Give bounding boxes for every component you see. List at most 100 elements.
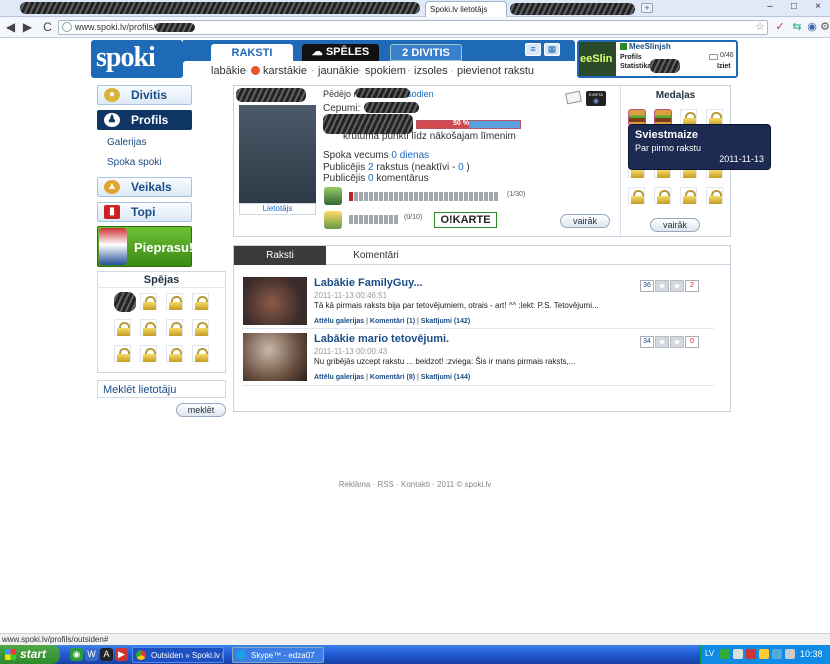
- lock-icon[interactable]: [192, 319, 209, 336]
- tab-divitis[interactable]: 2 DIVITIS: [390, 44, 462, 61]
- lock-icon[interactable]: [114, 345, 131, 362]
- article-thumbnail[interactable]: [243, 333, 307, 381]
- lock-icon[interactable]: [114, 319, 131, 336]
- sidebar-subitem-galerijas[interactable]: Galerijas: [97, 137, 192, 148]
- bookmark-star-icon[interactable]: ☆: [753, 20, 767, 34]
- mail-icon[interactable]: [709, 54, 718, 60]
- back-button[interactable]: ◀: [3, 20, 18, 35]
- extension-icon[interactable]: ◉: [805, 20, 819, 34]
- tooltip-date: 2011-11-13: [719, 154, 764, 164]
- sidebar-item-veikals[interactable]: ▲ Veikals: [97, 177, 192, 197]
- message-count[interactable]: 0/46: [720, 52, 734, 59]
- statistics-link[interactable]: Statistika: [620, 63, 651, 70]
- gallery-link[interactable]: Attēlu galerijas: [314, 374, 364, 381]
- article-title[interactable]: Labākie FamilyGuy...: [314, 277, 423, 289]
- lock-icon[interactable]: [192, 293, 209, 310]
- tab-komentari[interactable]: Komentāri: [330, 246, 422, 265]
- progress-segment: [364, 192, 368, 201]
- language-indicator[interactable]: LV: [705, 649, 714, 658]
- wrench-icon[interactable]: ⚙: [818, 20, 830, 34]
- lock-icon[interactable]: [140, 319, 157, 336]
- quicklaunch-icon[interactable]: W: [85, 648, 98, 661]
- browser-tab-active[interactable]: Spoki.lv lietotājs: [425, 1, 507, 17]
- game-icon[interactable]: [324, 211, 342, 229]
- comments-count[interactable]: 0: [368, 173, 374, 184]
- article-date: 2011-11-13 00:00:43: [314, 347, 388, 356]
- tab-speles[interactable]: ☁ SPĒLES: [302, 44, 379, 61]
- profile-picture-label[interactable]: Lietotājs: [239, 203, 316, 215]
- clock[interactable]: 10:38: [800, 649, 823, 659]
- star-icon[interactable]: ★: [655, 336, 669, 348]
- okarte-logo[interactable]: O!KARTE: [434, 212, 497, 228]
- tray-icon[interactable]: [720, 649, 730, 659]
- search-button[interactable]: meklēt: [176, 403, 226, 417]
- lock-icon[interactable]: [166, 293, 183, 310]
- published-count[interactable]: 2: [368, 162, 374, 173]
- extension-icon[interactable]: ✓: [773, 20, 787, 34]
- list-view-button[interactable]: ≡: [525, 43, 541, 56]
- tab-raksti[interactable]: RAKSTI: [211, 44, 293, 61]
- game-progress-bar: [349, 215, 398, 224]
- subnav-labakie[interactable]: labākie: [211, 65, 246, 77]
- quicklaunch-icon[interactable]: ▶: [115, 648, 128, 661]
- username[interactable]: MeeSlinjsh: [629, 42, 671, 51]
- lock-icon[interactable]: [140, 345, 157, 362]
- subnav-pievienot[interactable]: pievienot rakstu: [457, 65, 534, 77]
- comments-link[interactable]: Komentāri (8): [370, 374, 415, 381]
- tab-raksti-articles[interactable]: Raksti: [234, 246, 326, 265]
- medals-more-button[interactable]: vairāk: [650, 218, 700, 232]
- volume-icon[interactable]: [785, 649, 795, 659]
- lock-icon[interactable]: [706, 187, 723, 204]
- progress-segment: [494, 192, 498, 201]
- minimize-button[interactable]: –: [758, 1, 782, 14]
- sidebar-item-divitis[interactable]: ● Divitis: [97, 85, 192, 105]
- views-link[interactable]: Skatījumi (144): [421, 374, 470, 381]
- lock-icon[interactable]: [192, 345, 209, 362]
- reload-button[interactable]: C: [40, 20, 55, 35]
- profile-picture[interactable]: [239, 105, 316, 203]
- lock-icon[interactable]: [166, 345, 183, 362]
- sidebar-subitem-spoka-spoki[interactable]: Spoka spoki: [97, 157, 192, 168]
- invite-badge[interactable]: KVIETA ◉: [586, 91, 606, 106]
- lock-icon[interactable]: [166, 319, 183, 336]
- gallery-link[interactable]: Attēlu galerijas: [314, 318, 364, 325]
- tray-icon[interactable]: [759, 649, 769, 659]
- subnav-jaunakie[interactable]: jaunākie: [318, 65, 359, 77]
- game-icon[interactable]: [324, 187, 342, 205]
- grid-view-button[interactable]: ▦: [544, 43, 560, 56]
- more-button[interactable]: vairāk: [560, 214, 610, 228]
- tray-icon[interactable]: [746, 649, 756, 659]
- forward-button[interactable]: ▶: [20, 20, 35, 35]
- new-tab-button[interactable]: +: [641, 3, 653, 13]
- progress-segment: [349, 192, 353, 201]
- search-user-input[interactable]: Meklēt lietotāju: [97, 380, 226, 398]
- game-progress-text: (0/10): [404, 214, 423, 221]
- quicklaunch-icon[interactable]: ◉: [70, 648, 83, 661]
- lock-icon[interactable]: [628, 187, 645, 204]
- quicklaunch-icon[interactable]: A: [100, 648, 113, 661]
- subnav-karstakie[interactable]: karstākie: [263, 65, 307, 77]
- lock-icon[interactable]: [140, 293, 157, 310]
- lock-icon[interactable]: [654, 187, 671, 204]
- subnav-spokiem[interactable]: spokiem: [365, 65, 406, 77]
- logout-link[interactable]: Iziet: [717, 63, 731, 70]
- views-link[interactable]: Skatījumi (142): [421, 318, 470, 325]
- tray-icon[interactable]: [772, 649, 782, 659]
- lock-icon[interactable]: [680, 187, 697, 204]
- profile-link[interactable]: Profils: [620, 54, 642, 61]
- article-title[interactable]: Labākie mario tetovējumi.: [314, 333, 449, 345]
- star-icon[interactable]: ★: [670, 336, 684, 348]
- site-footer[interactable]: Reklāma · RSS · Kontakti · 2011 © spoki.…: [0, 480, 830, 489]
- subnav-izsoles[interactable]: izsoles: [414, 65, 448, 77]
- star-icon[interactable]: ★: [670, 280, 684, 292]
- close-button[interactable]: ×: [806, 1, 830, 14]
- star-icon[interactable]: ★: [655, 280, 669, 292]
- maximize-button[interactable]: □: [782, 1, 806, 14]
- published-inactive[interactable]: 0: [458, 162, 464, 173]
- sidebar-item-topi[interactable]: ▮ Topi: [97, 202, 192, 222]
- extension-icon[interactable]: ⇆: [790, 20, 804, 34]
- tray-icon[interactable]: [733, 649, 743, 659]
- sidebar-item-profils[interactable]: ♟ Profils: [97, 110, 192, 130]
- comments-link[interactable]: Komentāri (1): [370, 318, 415, 325]
- article-thumbnail[interactable]: [243, 277, 307, 325]
